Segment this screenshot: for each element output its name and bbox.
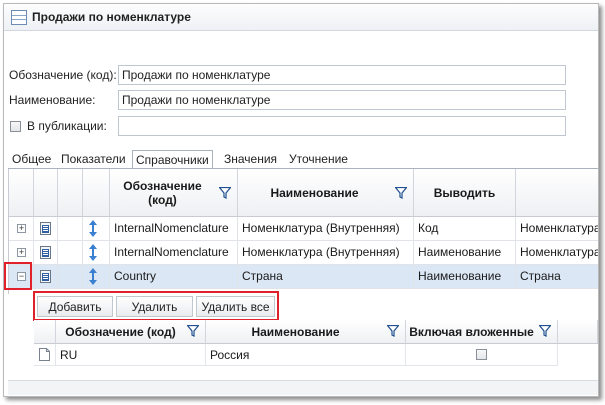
filter-icon[interactable] — [387, 325, 399, 337]
grid-header-blank — [58, 169, 83, 217]
sub-column-header-nested[interactable]: Включая вложенные — [406, 320, 558, 344]
directories-grid: Обозначение (код) Наименование Выводить … — [8, 169, 598, 294]
extra-cell: Номенклатура — [516, 217, 598, 241]
code-cell: Country — [110, 265, 238, 289]
table-row[interactable]: + InternalNomenclature Номенклатура (Вну… — [9, 217, 598, 241]
code-cell: InternalNomenclature — [110, 217, 238, 241]
tab-refinement[interactable]: Уточнение — [286, 150, 351, 169]
column-header-output[interactable]: Выводить — [414, 169, 516, 217]
sub-column-header-code[interactable]: Обозначение (код) — [56, 320, 206, 344]
subgrid-header-filler — [558, 320, 598, 344]
extra-cell: Страна — [516, 265, 598, 289]
publish-field[interactable] — [118, 116, 566, 136]
expand-icon[interactable]: + — [17, 248, 26, 257]
output-cell: Наименование — [414, 241, 516, 265]
name-cell: Номенклатура (Внутренняя) — [238, 217, 414, 241]
tab-directories[interactable]: Справочники — [132, 150, 213, 169]
column-header-extra[interactable] — [516, 169, 598, 217]
tab-values[interactable]: Значения — [221, 150, 280, 169]
output-cell: Наименование — [414, 265, 516, 289]
code-label: Обозначение (код): — [9, 68, 117, 82]
name-label: Наименование: — [9, 93, 96, 107]
document-icon — [40, 246, 51, 259]
grid-header-expander — [9, 169, 34, 217]
filter-icon[interactable] — [539, 325, 551, 337]
window: Продажи по номенклатуре Обозначение (код… — [3, 3, 599, 397]
table-row-selected[interactable]: − Country Страна Наименование Страна — [9, 265, 598, 289]
sub-column-header-name-label: Наименование — [251, 324, 340, 339]
column-header-name[interactable]: Наименование — [238, 169, 414, 217]
grid-header-order — [83, 169, 110, 217]
filter-icon[interactable] — [187, 325, 199, 337]
sub-name-cell: Россия — [206, 344, 406, 366]
name-cell: Номенклатура (Внутренняя) — [238, 241, 414, 265]
name-field[interactable]: Продажи по номенклатуре — [118, 90, 566, 110]
subgrid-header-icon — [34, 320, 56, 344]
include-nested-checkbox[interactable] — [476, 349, 487, 360]
horizontal-scrollbar[interactable] — [8, 380, 598, 395]
tab-general[interactable]: Общее — [9, 150, 54, 169]
grid-header-icon — [34, 169, 58, 217]
name-cell: Страна — [238, 265, 414, 289]
reorder-arrows-icon[interactable] — [88, 268, 98, 285]
sub-code-cell: RU — [56, 344, 206, 366]
table-icon — [11, 10, 27, 25]
filter-icon[interactable] — [395, 187, 407, 199]
document-icon — [40, 222, 51, 235]
column-header-code[interactable]: Обозначение (код) — [110, 169, 238, 217]
window-title: Продажи по номенклатуре — [32, 10, 191, 24]
sub-column-header-code-label: Обозначение (код) — [65, 324, 176, 339]
sub-column-header-nested-label: Включая вложенные — [409, 324, 534, 339]
tab-indicators[interactable]: Показатели — [58, 150, 129, 169]
title-bar: Продажи по номенклатуре — [4, 4, 598, 31]
column-header-name-label: Наименование — [270, 185, 359, 200]
filter-icon[interactable] — [219, 187, 231, 199]
document-icon — [40, 270, 51, 283]
sub-column-header-name[interactable]: Наименование — [206, 320, 406, 344]
column-header-code-label: Обозначение (код) — [123, 178, 202, 207]
extra-cell: Номенклатура — [516, 241, 598, 265]
buttons-highlight — [33, 291, 279, 321]
code-cell: InternalNomenclature — [110, 241, 238, 265]
expand-icon[interactable]: + — [17, 224, 26, 233]
reorder-arrows-icon[interactable] — [88, 220, 98, 237]
document-icon — [39, 348, 50, 361]
publish-checkbox[interactable] — [10, 121, 21, 132]
column-header-extra-label — [516, 169, 576, 216]
values-subgrid: Обозначение (код) Наименование Включая в… — [34, 320, 598, 370]
column-header-output-label: Выводить — [433, 185, 496, 200]
reorder-arrows-icon[interactable] — [88, 244, 98, 261]
code-field[interactable]: Продажи по номенклатуре — [118, 65, 566, 85]
expander-highlight — [4, 262, 32, 290]
output-cell: Код — [414, 217, 516, 241]
table-row[interactable]: + InternalNomenclature Номенклатура (Вну… — [9, 241, 598, 265]
publish-label: В публикации: — [27, 119, 107, 133]
